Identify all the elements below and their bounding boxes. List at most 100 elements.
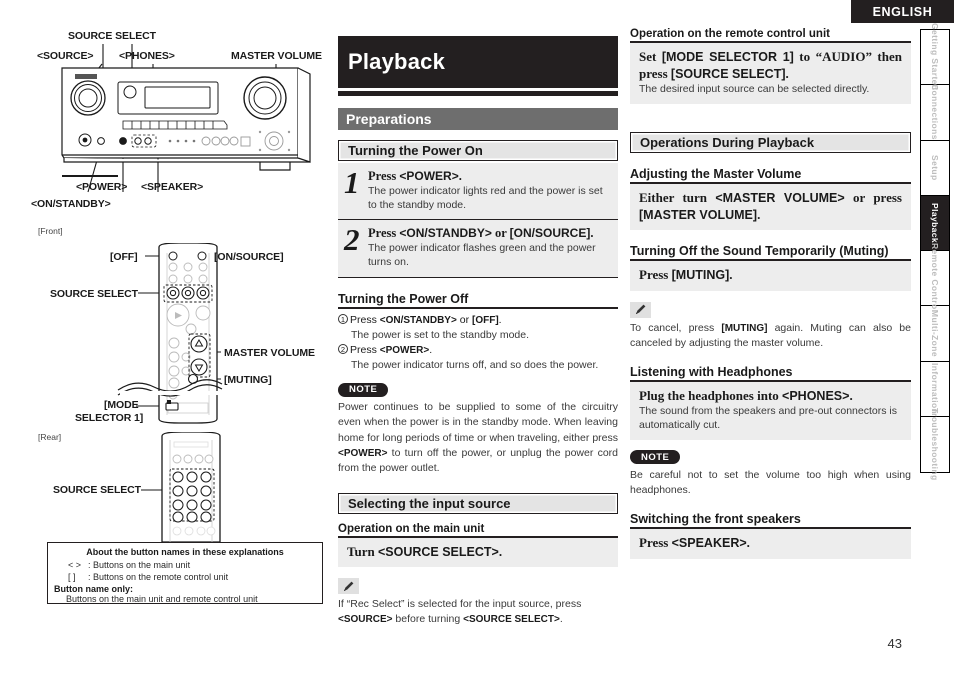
- about-row-symbol: [ ]: [68, 572, 76, 583]
- label-on-standby-main: <ON/STANDBY>: [31, 198, 111, 210]
- list-item-sub: The power indicator turns off, and so do…: [351, 358, 599, 371]
- instruction-heading: Set [MODE SELECTOR 1] to “AUDIO” then pr…: [639, 49, 902, 81]
- pencil-icon-box: [630, 301, 651, 318]
- note-badge: NOTE: [630, 450, 681, 465]
- subsection-selecting-input-source-label: Selecting the input source: [348, 495, 511, 511]
- page-number: 43: [887, 636, 902, 651]
- rail-tab-multi-zone[interactable]: Multi-Zone: [921, 306, 949, 362]
- pencil-icon: [344, 581, 354, 591]
- label-mode-selector-line2: SELECTOR 1]: [75, 412, 144, 424]
- heading-listening-headphones: Listening with Headphones: [630, 365, 911, 382]
- list-item-sub: The power is set to the standby mode.: [351, 328, 530, 341]
- chapter-tab-rail: Getting Started Connections Setup Playback R…: [920, 23, 950, 481]
- remote-front-diagram: [OFF] [ON/SOURCE] SOURCE SELECT MASTER V…: [28, 243, 330, 428]
- about-button-names-box: About the button names in these explanat…: [47, 542, 323, 604]
- instruction-mode-selector: Set [MODE SELECTOR 1] to “AUDIO” then pr…: [630, 43, 911, 105]
- step-row: 1 Press <POWER>. The power indicator lig…: [338, 163, 618, 221]
- heading-adjusting-master-volume: Adjusting the Master Volume: [630, 167, 911, 185]
- remote-rear-diagram: SOURCE SELECT: [28, 432, 330, 542]
- illustration-column: SOURCE SELECT <SOURCE> <PHONES> MASTER V…: [28, 26, 330, 542]
- language-label: ENGLISH: [872, 4, 933, 19]
- note-badge: NOTE: [338, 382, 389, 397]
- rail-tab-label: Playback: [930, 202, 940, 243]
- middle-column: Playback Preparations Turning the Power …: [338, 36, 618, 627]
- rail-tab-remote-control[interactable]: Remote Control: [921, 243, 949, 313]
- front-caption: [Front]: [38, 226, 63, 236]
- main-unit-diagram: SOURCE SELECT <SOURCE> <PHONES> MASTER V…: [28, 26, 330, 231]
- rail-tab-label: Connections: [930, 84, 940, 141]
- about-row: < >: Buttons on the main unit: [54, 559, 316, 571]
- power-on-steps: 1 Press <POWER>. The power indicator lig…: [338, 163, 618, 278]
- step-description: The power indicator lights red and the p…: [368, 185, 603, 211]
- note-text: Power continues to be supplied to some o…: [338, 401, 618, 475]
- rail-tab-setup[interactable]: Setup: [921, 140, 949, 196]
- power-off-list: 1 Press <ON/STANDBY> or [OFF]. The power …: [338, 313, 618, 373]
- chapter-title: Playback: [348, 49, 446, 74]
- instruction-heading: Plug the headphones into <PHONES>.: [639, 387, 853, 403]
- step-heading: Press <ON/STANDBY> or [ON/SOURCE].: [368, 226, 594, 241]
- section-preparations-label: Preparations: [346, 111, 432, 127]
- step-row: 2 Press <ON/STANDBY> or [ON/SOURCE]. The…: [338, 220, 618, 278]
- label-source-select-rear: SOURCE SELECT: [53, 484, 141, 496]
- rail-tab-label: Troubleshooting: [930, 408, 940, 481]
- instruction-headphones: Plug the headphones into <PHONES>. The s…: [630, 381, 911, 441]
- about-row-text: : Buttons on the remote control unit: [88, 572, 229, 583]
- instruction-heading: Press [MUTING].: [639, 267, 733, 283]
- label-speaker-main: <SPEAKER>: [141, 181, 204, 193]
- label-mode-selector-line1: [MODE: [104, 399, 139, 411]
- heading-muting: Turning Off the Sound Temporarily (Mutin…: [630, 244, 911, 262]
- label-master-volume-main: MASTER VOLUME: [231, 50, 322, 62]
- about-only-label: Button name only:: [54, 583, 133, 594]
- subsection-operations-during-playback: Operations During Playback: [630, 132, 911, 154]
- subsection-turning-power-on-label: Turning the Power On: [348, 143, 483, 158]
- subsection-turning-power-on: Turning the Power On: [338, 140, 618, 161]
- label-muting-remote: [MUTING]: [224, 374, 272, 386]
- label-phones-main: <PHONES>: [119, 50, 175, 62]
- instruction-heading: Either turn <MASTER VOLUME> or press [MA…: [639, 190, 902, 222]
- rail-tab-getting-started[interactable]: Getting Started: [921, 23, 949, 91]
- step-heading: Press <POWER>.: [368, 169, 462, 183]
- instruction-description: The desired input source can be selected…: [639, 83, 870, 96]
- about-row-symbol: < >: [68, 560, 82, 570]
- heading-switching-front-speakers: Switching the front speakers: [630, 512, 911, 529]
- rail-tab-label: Information: [930, 363, 940, 415]
- label-off-remote: [OFF]: [110, 251, 138, 263]
- label-on-source-remote: [ON/SOURCE]: [214, 251, 284, 263]
- chapter-title-bar: Playback: [338, 36, 618, 88]
- instruction-heading: Press <SPEAKER>.: [639, 534, 750, 550]
- label-power-main: <POWER>: [76, 181, 128, 193]
- tip-text: To cancel, press [MUTING] again. Muting …: [630, 321, 911, 349]
- rail-tab-label: Remote Control: [930, 243, 940, 313]
- instruction-description: The sound from the speakers and pre-out …: [639, 405, 897, 432]
- step-number: 1: [344, 165, 360, 200]
- instruction-muting: Press [MUTING].: [630, 261, 911, 291]
- rail-tab-connections[interactable]: Connections: [921, 84, 949, 141]
- section-preparations: Preparations: [338, 108, 618, 130]
- label-source-select-remote: SOURCE SELECT: [50, 288, 138, 300]
- list-marker: 1: [338, 313, 348, 324]
- instruction-front-speakers: Press <SPEAKER>.: [630, 528, 911, 559]
- chapter-rule: [338, 91, 618, 96]
- about-title: About the button names in these explanat…: [86, 547, 284, 557]
- step-description: The power indicator flashes green and th…: [368, 242, 596, 268]
- note-text: Be careful not to set the volume too hig…: [630, 468, 911, 496]
- instruction-master-volume: Either turn <MASTER VOLUME> or press [MA…: [630, 184, 911, 231]
- subsection-selecting-input-source: Selecting the input source: [338, 492, 618, 514]
- label-source-select-main: SOURCE SELECT: [68, 30, 156, 42]
- label-source-main: <SOURCE>: [37, 50, 94, 62]
- subsection-operations-during-playback-label: Operations During Playback: [640, 135, 815, 151]
- list-item: 2 Press <POWER>.: [338, 343, 618, 358]
- tip-text: If “Rec Select” is selected for the inpu…: [338, 598, 582, 625]
- rail-tab-label: Getting Started: [930, 23, 940, 91]
- right-column: Operation on the remote control unit Set…: [630, 28, 911, 559]
- language-tab: ENGLISH: [851, 0, 954, 23]
- about-row: [ ] : Buttons on the remote control unit: [54, 571, 316, 583]
- rail-tab-label: Setup: [930, 154, 940, 181]
- heading-operation-main-unit: Operation on the main unit: [338, 523, 618, 538]
- list-marker: 2: [338, 343, 348, 354]
- heading-turning-power-off: Turning the Power Off: [338, 292, 618, 309]
- step-number: 2: [344, 222, 360, 258]
- pencil-icon-box: [338, 578, 359, 595]
- rail-tab-troubleshooting[interactable]: Troubleshooting: [921, 408, 949, 481]
- instruction-heading: Turn <SOURCE SELECT>.: [347, 543, 503, 559]
